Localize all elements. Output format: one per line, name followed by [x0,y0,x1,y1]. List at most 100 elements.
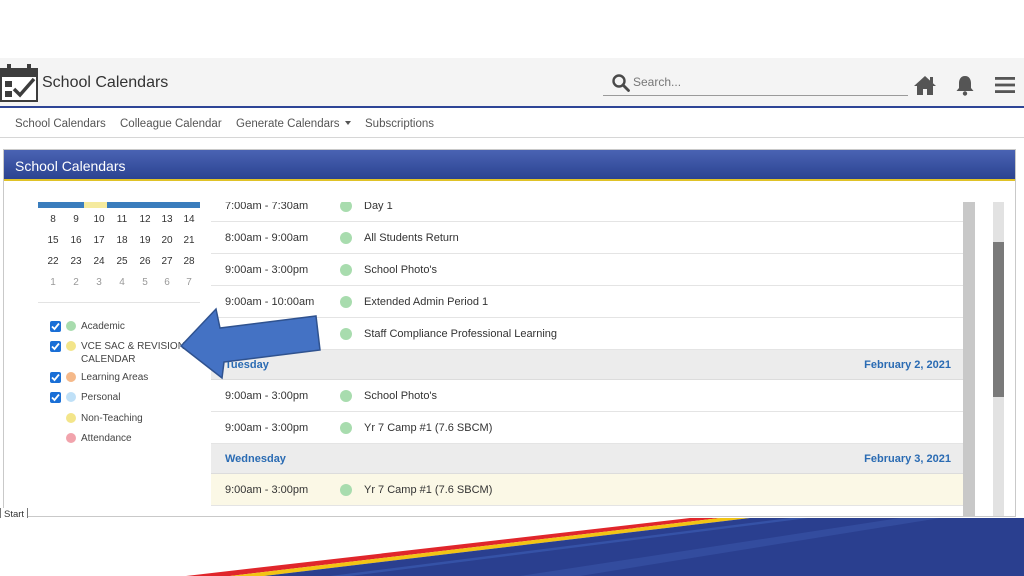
legend-label: Non-Teaching [81,413,143,424]
event-title: Yr 7 Camp #1 (7.6 SBCM) [364,422,493,434]
calendar-week-bar [38,202,84,208]
calendar-day[interactable]: 21 [178,235,200,246]
caret-down-icon [344,121,351,125]
checkbox-checked[interactable] [50,372,61,383]
home-icon[interactable] [913,74,937,96]
screen: School Calendars School Calendars Collea… [0,0,1024,576]
search-box[interactable] [603,70,908,96]
calendar-day[interactable]: 9 [65,214,87,225]
event-time: 9:00am - 3:00pm [225,422,309,434]
calendar-day[interactable]: 4 [111,277,133,288]
event-title: Yr 7 Camp #1 (7.6 SBCM) [364,484,493,496]
event-time: 8:00am - 9:00am [225,232,309,244]
calendar-day[interactable]: 19 [134,235,156,246]
checkbox-checked[interactable] [50,321,61,332]
color-dot [66,433,76,443]
event-color-dot [340,296,352,308]
calendar-day[interactable]: 8 [42,214,64,225]
calendar-day[interactable]: 16 [65,235,87,246]
calendar-day[interactable]: 15 [42,235,64,246]
nav-colleague-calendar[interactable]: Colleague Calendar [120,118,222,130]
search-icon[interactable] [611,73,631,93]
event-time: 9:00am - 3:00pm [225,390,309,402]
calendar-day[interactable]: 24 [88,256,110,267]
event-color-dot [340,264,352,276]
day-date: February 2, 2021 [864,359,951,371]
calendar-day[interactable]: 1 [42,277,64,288]
decorative-stripes [0,518,1024,576]
checkbox-checked[interactable] [50,341,61,352]
events-scrollbar[interactable] [963,202,975,516]
color-dot [66,341,76,351]
calendar-day[interactable]: 10 [88,214,110,225]
nav-subscriptions[interactable]: Subscriptions [365,118,434,130]
checkmark-icon [51,342,60,351]
event-title: Day 1 [364,202,393,212]
app-title: School Calendars [42,74,169,91]
calendar-day[interactable]: 13 [156,214,178,225]
calendar-week: 1 2 3 4 5 6 7 [38,277,200,291]
calendar-day[interactable]: 17 [88,235,110,246]
event-row[interactable]: 9:00am - 3:00pm Yr 7 Camp #1 (7.6 SBCM) [211,474,963,506]
checkmark-icon [51,373,60,382]
event-title: School Photo's [364,264,438,276]
top-bar: School Calendars [0,58,1024,108]
nav-label: Subscriptions [365,118,435,130]
calendar-day[interactable]: 7 [178,277,200,288]
event-color-dot [340,484,352,496]
calendar-day[interactable]: 22 [42,256,64,267]
calendar-logo-icon [0,64,38,102]
search-input[interactable] [633,72,903,92]
calendar-day[interactable]: 18 [111,235,133,246]
event-row[interactable]: 8:00am - 9:00am All Students Return [211,222,963,254]
color-dot [66,392,76,402]
nav-generate-calendars[interactable]: Generate Calendars [236,118,351,130]
legend-item-attendance[interactable]: Attendance [44,432,204,448]
event-title: All Students Return [364,232,459,244]
color-dot [66,413,76,423]
calendar-day[interactable]: 26 [134,256,156,267]
legend-label: Personal [81,392,121,403]
calendar-panel: School Calendars 8 9 10 11 12 13 14 15 1… [3,149,1016,517]
calendar-day[interactable]: 2 [65,277,87,288]
legend-item-non-teaching[interactable]: Non-Teaching [44,412,204,428]
calendar-day[interactable]: 14 [178,214,200,225]
event-row[interactable]: 9:00am - 3:00pm School Photo's [211,380,963,412]
calendar-day[interactable]: 27 [156,256,178,267]
calendar-day[interactable]: 5 [134,277,156,288]
nav-school-calendars[interactable]: School Calendars [15,118,106,130]
day-header-wednesday: Wednesday February 3, 2021 [211,444,963,474]
event-title: Staff Compliance Professional Learning [364,328,558,340]
event-row[interactable]: 9:00am - 3:00pm School Photo's [211,254,963,286]
calendar-day[interactable]: 20 [156,235,178,246]
annotation-arrow-icon [179,307,321,380]
event-title: School Photo's [364,390,438,402]
calendar-day[interactable]: 11 [111,214,133,225]
nav-label: Colleague Calendar [120,118,222,130]
event-time: 7:00am - 7:30am [225,202,309,212]
event-row[interactable]: 9:00am - 3:00pm Yr 7 Camp #1 (7.6 SBCM) [211,412,963,444]
calendar-day[interactable]: 12 [134,214,156,225]
calendar-week: 22 23 24 25 26 27 28 [38,256,200,270]
event-time: 9:00am - 3:00pm [225,264,309,276]
checkbox-checked[interactable] [50,392,61,403]
event-color-dot [340,232,352,244]
checkmark-icon [51,393,60,402]
page-scrollbar-thumb[interactable] [993,242,1004,397]
calendar-day[interactable]: 23 [65,256,87,267]
calendar-day[interactable]: 28 [178,256,200,267]
event-row[interactable]: 7:00am - 7:30am Day 1 [211,202,963,222]
checkmark-icon [51,322,60,331]
calendar-day[interactable]: 25 [111,256,133,267]
bell-icon[interactable] [953,74,977,96]
calendar-day[interactable]: 3 [88,277,110,288]
day-name: Wednesday [225,453,286,465]
calendar-week: 15 16 17 18 19 20 21 [38,235,200,249]
color-dot [66,321,76,331]
day-date: February 3, 2021 [864,453,951,465]
calendar-day[interactable]: 6 [156,277,178,288]
legend-item-personal[interactable]: Personal [44,391,204,407]
nav-bar: School Calendars Colleague Calendar Gene… [0,110,1024,138]
event-title: Extended Admin Period 1 [364,296,489,308]
menu-icon[interactable] [993,74,1017,96]
